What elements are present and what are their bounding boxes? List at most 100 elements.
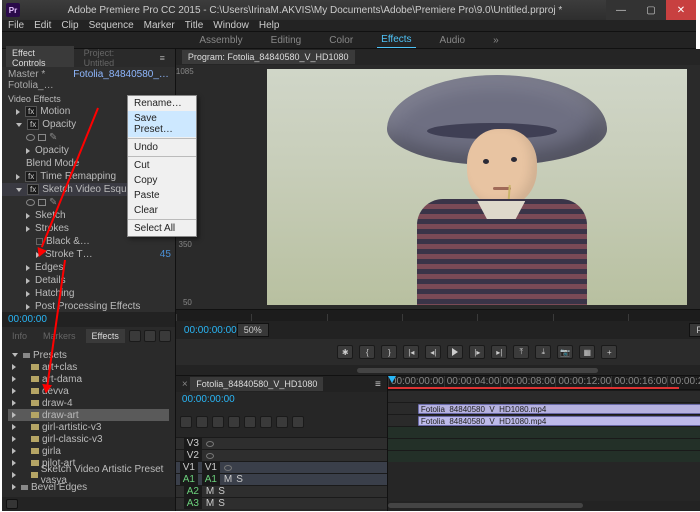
expand-icon[interactable] [26,226,30,232]
track-a3[interactable]: A3 [184,498,202,509]
menu-undo[interactable]: Undo [128,140,196,155]
menu-help[interactable]: Help [259,20,280,31]
panel-menu-icon[interactable]: ≡ [375,379,381,390]
stroke-t-value[interactable]: 45 [160,249,171,260]
track-row-a3[interactable] [388,450,700,462]
ec-clip-link[interactable]: Fotolia_84840580_… [73,69,169,91]
fx-badge-icon[interactable]: fx [27,119,39,130]
workspace-overflow-icon[interactable]: » [489,33,503,48]
black-prop[interactable]: Black &… [46,236,90,247]
track-v1[interactable]: V1 [202,462,220,473]
expand-icon[interactable] [12,353,18,357]
toggle-track-icon[interactable] [206,453,214,459]
tool-icon[interactable] [276,416,288,428]
hatching-prop[interactable]: Hatching [35,288,74,299]
tool-icon[interactable] [260,416,272,428]
menu-paste[interactable]: Paste [128,188,196,203]
track-row-a2[interactable] [388,438,700,450]
expand-icon[interactable] [16,109,20,115]
workspace-color[interactable]: Color [325,33,357,48]
expand-icon[interactable] [26,148,30,154]
program-viewer[interactable] [267,69,687,305]
panel-timecode[interactable]: 00:00:00 [2,312,175,327]
time-remapping[interactable]: Time Remapping [40,171,116,182]
source-a1[interactable]: A1 [180,474,198,485]
extract-icon[interactable]: ⤓ [535,345,551,359]
sketch-prop[interactable]: Sketch [35,210,66,221]
timeline-scrollbar[interactable] [388,501,700,511]
lift-icon[interactable]: ⤒ [513,345,529,359]
track-row-a1[interactable] [388,426,700,438]
expand-icon[interactable] [12,376,16,382]
fx-type-icon[interactable] [129,330,141,342]
go-to-in-icon[interactable]: |◂ [403,345,419,359]
marker-icon[interactable] [212,416,224,428]
preset-item[interactable]: girl-artistic-v3 [42,422,101,433]
expand-icon[interactable] [26,291,30,297]
menu-clear[interactable]: Clear [128,203,196,218]
menu-file[interactable]: File [8,20,24,31]
export-frame-icon[interactable]: 📷 [557,345,573,359]
edges-prop[interactable]: Edges [35,262,63,273]
fx-badge-icon[interactable]: fx [25,106,37,117]
settings-icon[interactable] [228,416,240,428]
tab-program[interactable]: Program: Fotolia_84840580_V_HD1080 [182,50,355,64]
zoom-select[interactable]: 50% [237,323,269,337]
tool-icon[interactable] [244,416,256,428]
expand-icon[interactable] [16,188,22,192]
clip-v1[interactable]: Fotolia_84840580_V_HD1080.mp4 [418,416,700,426]
menu-marker[interactable]: Marker [144,20,175,31]
expand-icon[interactable] [12,472,16,478]
step-back-icon[interactable]: ◂| [425,345,441,359]
expand-icon[interactable] [12,400,16,406]
workspace-audio[interactable]: Audio [436,33,470,48]
workspace-assembly[interactable]: Assembly [195,33,246,48]
menu-copy[interactable]: Copy [128,173,196,188]
stroke-t-prop[interactable]: Stroke T… [45,249,93,260]
expand-icon[interactable] [12,424,16,430]
tab-sequence[interactable]: Fotolia_84840580_V_HD1080 [190,377,323,391]
program-scrollbar[interactable] [176,365,700,375]
timeline-ruler[interactable]: 00:00:00:0000:00:04:0000:00:08:0000:00:1… [388,376,700,390]
track-row-v1[interactable]: Fotolia_84840580_V_HD1080.mp4 [388,414,700,426]
program-ruler[interactable] [176,309,700,321]
mask-ellipse-icon[interactable] [26,199,35,206]
toggle-track-icon[interactable] [206,441,214,447]
mark-in-icon[interactable]: { [359,345,375,359]
step-fwd-icon[interactable]: |▸ [469,345,485,359]
expand-icon[interactable] [16,123,22,127]
link-icon[interactable] [196,416,208,428]
mask-ellipse-icon[interactable] [26,134,35,141]
mask-pen-icon[interactable]: ✎ [49,132,57,143]
preset-item[interactable]: girl-classic-v3 [42,434,103,445]
opacity-effect[interactable]: Opacity [42,119,76,130]
track-a2[interactable]: A2 [184,486,202,497]
track-a1[interactable]: A1 [202,474,220,485]
strokes-prop[interactable]: Strokes [35,223,69,234]
play-button[interactable] [447,345,463,359]
tab-markers[interactable]: Markers [37,329,82,343]
tab-effects-browser[interactable]: Effects [86,329,125,343]
source-v1[interactable]: V1 [180,462,198,473]
menu-sequence[interactable]: Sequence [89,20,134,31]
mask-rect-icon[interactable] [38,199,46,206]
post-processing-prop[interactable]: Post Processing Effects [35,301,140,312]
minimize-button[interactable]: — [606,0,636,20]
workspace-editing[interactable]: Editing [267,33,306,48]
motion-effect[interactable]: Motion [40,106,70,117]
fx-badge-icon[interactable]: fx [25,171,37,182]
menu-window[interactable]: Window [213,20,249,31]
track-row-v2[interactable]: Fotolia_84840580_V_HD1080.mp4 [388,402,700,414]
maximize-button[interactable]: ▢ [636,0,666,20]
fx-type-icon[interactable] [159,330,171,342]
timeline-timecode[interactable]: 00:00:00:00 [176,392,387,407]
menu-rename[interactable]: Rename… [128,96,196,111]
track-row-v3[interactable] [388,390,700,402]
bevel-folder[interactable]: Bevel Edges [31,482,87,493]
button-editor-icon[interactable]: + [601,345,617,359]
resolution-select[interactable]: Full [689,323,700,337]
preset-item[interactable]: girla [42,446,61,457]
playhead-icon[interactable] [388,376,396,383]
fx-type-icon[interactable] [144,330,156,342]
menu-cut[interactable]: Cut [128,158,196,173]
